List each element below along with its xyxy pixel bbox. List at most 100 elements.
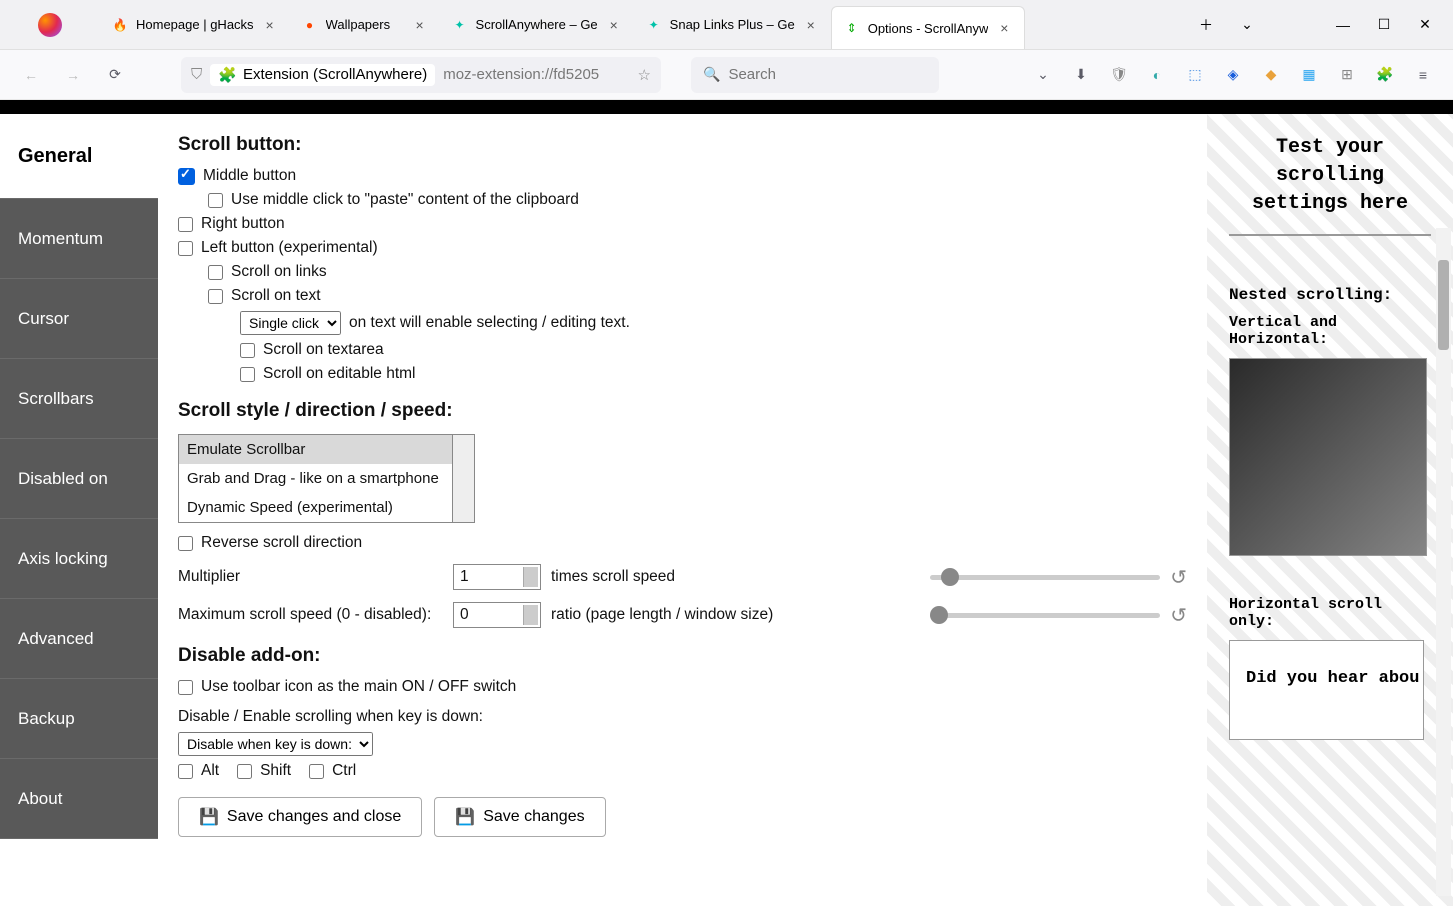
ext-icon-4[interactable]: ⊞ [1337, 65, 1357, 85]
pocket-icon[interactable]: ⌄ [1033, 65, 1053, 85]
bookmark-star-icon[interactable]: ☆ [638, 66, 651, 84]
url-bar[interactable]: ⛉ 🧩 Extension (ScrollAnywhere) moz-exten… [181, 57, 661, 93]
slider-multiplier[interactable] [930, 575, 1160, 580]
tab-wallpapers[interactable]: ● Wallpapers × [290, 0, 440, 49]
reload-button[interactable]: ⟳ [99, 59, 131, 91]
checkbox-reverse[interactable] [178, 536, 193, 551]
checkbox-middle-button[interactable] [178, 168, 195, 185]
page-scrollbar[interactable] [1436, 228, 1451, 896]
settings-sidebar: General Momentum Cursor Scrollbars Disab… [0, 114, 158, 906]
sidebar-item-disabled-on[interactable]: Disabled on [0, 439, 158, 519]
close-icon[interactable]: × [803, 17, 819, 33]
label-shift: Shift [260, 762, 291, 780]
close-window-icon[interactable]: ✕ [1417, 17, 1433, 33]
close-icon[interactable]: × [412, 17, 428, 33]
translate-icon[interactable]: ⬚ [1185, 65, 1205, 85]
test-scrollbox-vh[interactable] [1229, 358, 1427, 556]
maximize-icon[interactable]: ☐ [1376, 17, 1392, 33]
sidebar-item-scrollbars[interactable]: Scrollbars [0, 359, 158, 439]
save-and-close-button[interactable]: 💾 Save changes and close [178, 797, 422, 837]
tab-label: ScrollAnywhere – Ge [476, 17, 598, 32]
vh-heading: Vertical and Horizontal: [1229, 314, 1431, 348]
toolbar-extensions: ⌄ ⬇ 🛡 ◐ ⬚ ◈ ◆ ▦ ⊞ 🧩 ≡ [1033, 65, 1438, 85]
spinner-multiplier[interactable]: 1 [453, 564, 541, 590]
save-button[interactable]: 💾 Save changes [434, 797, 605, 837]
sidebar-item-general[interactable]: General [0, 114, 158, 199]
app-menu-icon[interactable]: ≡ [1413, 65, 1433, 85]
checkbox-scroll-links[interactable] [208, 265, 223, 280]
ublock-icon[interactable]: 🛡 [1109, 65, 1129, 85]
label-keydown: Disable / Enable scrolling when key is d… [178, 708, 483, 726]
url-prefix-label: Extension (ScrollAnywhere) [243, 66, 427, 83]
checkbox-scroll-text[interactable] [208, 289, 223, 304]
checkbox-scroll-editable[interactable] [240, 367, 255, 382]
heading-scroll-button: Scroll button: [178, 134, 1187, 156]
checkbox-right-button[interactable] [178, 217, 193, 232]
tab-label: Homepage | gHacks [136, 17, 254, 32]
checkbox-scroll-textarea[interactable] [240, 343, 255, 358]
tab-ghacks[interactable]: 🔥 Homepage | gHacks × [100, 0, 290, 49]
all-tabs-icon[interactable]: ⌄ [1239, 17, 1255, 33]
checkbox-left-button[interactable] [178, 241, 193, 256]
search-icon: 🔍 [703, 66, 720, 83]
listbox-item-dynamic[interactable]: Dynamic Speed (experimental) [179, 493, 452, 522]
search-bar[interactable]: 🔍 [691, 57, 939, 93]
close-icon[interactable]: × [996, 20, 1012, 36]
save-icon: 💾 [199, 807, 219, 827]
reset-maxspeed-icon[interactable]: ↺ [1170, 603, 1187, 628]
label-right-button: Right button [201, 215, 285, 233]
label-maxspeed: Maximum scroll speed (0 - disabled): [178, 606, 443, 624]
honly-heading: Horizontal scroll only: [1229, 596, 1431, 630]
listbox-item-emulate[interactable]: Emulate Scrollbar [179, 435, 452, 464]
checkbox-alt[interactable] [178, 764, 193, 779]
scroll-style-listbox[interactable]: Emulate Scrollbar Grab and Drag - like o… [178, 434, 453, 523]
test-scrollbox-h[interactable]: Did you hear abou [1229, 640, 1424, 740]
tab-label: Snap Links Plus – Ge [670, 17, 795, 32]
ext-icon-2[interactable]: ◆ [1261, 65, 1281, 85]
titlebar: 🔥 Homepage | gHacks × ● Wallpapers × ✦ S… [0, 0, 1453, 50]
select-keydown[interactable]: Disable when key is down: [178, 732, 373, 756]
ext-icon-1[interactable]: ◐ [1147, 65, 1167, 85]
select-click-mode[interactable]: Single click [240, 311, 341, 335]
label-scroll-editable: Scroll on editable html [263, 365, 416, 383]
forward-button[interactable]: → [57, 59, 89, 91]
sidebar-item-about[interactable]: About [0, 759, 158, 839]
checkbox-middle-paste[interactable] [208, 193, 223, 208]
close-icon[interactable]: × [262, 17, 278, 33]
spinner-maxspeed[interactable]: 0 [453, 602, 541, 628]
sidebar-item-backup[interactable]: Backup [0, 679, 158, 759]
heading-scroll-style: Scroll style / direction / speed: [178, 400, 1187, 422]
slider-maxspeed[interactable] [930, 613, 1160, 618]
sidebar-item-axis-locking[interactable]: Axis locking [0, 519, 158, 599]
sidebar-item-momentum[interactable]: Momentum [0, 199, 158, 279]
shield-icon[interactable]: ⛉ [191, 66, 202, 83]
checkbox-ctrl[interactable] [309, 764, 324, 779]
label-maxspeed-suffix: ratio (page length / window size) [551, 606, 773, 624]
listbox-scrollbar[interactable] [453, 434, 475, 523]
sidebar-item-advanced[interactable]: Advanced [0, 599, 158, 679]
minimize-icon[interactable]: — [1335, 17, 1351, 33]
sidebar-item-cursor[interactable]: Cursor [0, 279, 158, 359]
tab-options-active[interactable]: ⇕ Options - ScrollAnyw × [831, 6, 1026, 49]
label-click-mode-suffix: on text will enable selecting / editing … [349, 314, 630, 332]
label-scroll-textarea: Scroll on textarea [263, 341, 384, 359]
favicon-scrollanywhere-icon: ⇕ [844, 20, 860, 36]
tab-label: Options - ScrollAnyw [868, 21, 989, 36]
extensions-icon[interactable]: 🧩 [1375, 65, 1395, 85]
reset-multiplier-icon[interactable]: ↺ [1170, 565, 1187, 590]
url-identity[interactable]: 🧩 Extension (ScrollAnywhere) [210, 64, 435, 86]
close-icon[interactable]: × [606, 17, 622, 33]
search-input[interactable] [728, 66, 927, 83]
ext-icon-3[interactable]: ▦ [1299, 65, 1319, 85]
downloads-icon[interactable]: ⬇ [1071, 65, 1091, 85]
listbox-item-grab[interactable]: Grab and Drag - like on a smartphone [179, 464, 452, 493]
tab-snaplinks-addon[interactable]: ✦ Snap Links Plus – Ge × [634, 0, 831, 49]
checkbox-toolbar-switch[interactable] [178, 680, 193, 695]
bitwarden-icon[interactable]: ◈ [1223, 65, 1243, 85]
back-button[interactable]: ← [15, 59, 47, 91]
tab-scrollanywhere-addon[interactable]: ✦ ScrollAnywhere – Ge × [440, 0, 634, 49]
checkbox-shift[interactable] [237, 764, 252, 779]
label-scroll-text: Scroll on text [231, 287, 321, 305]
heading-disable: Disable add-on: [178, 645, 1187, 667]
new-tab-icon[interactable]: ＋ [1198, 17, 1214, 33]
